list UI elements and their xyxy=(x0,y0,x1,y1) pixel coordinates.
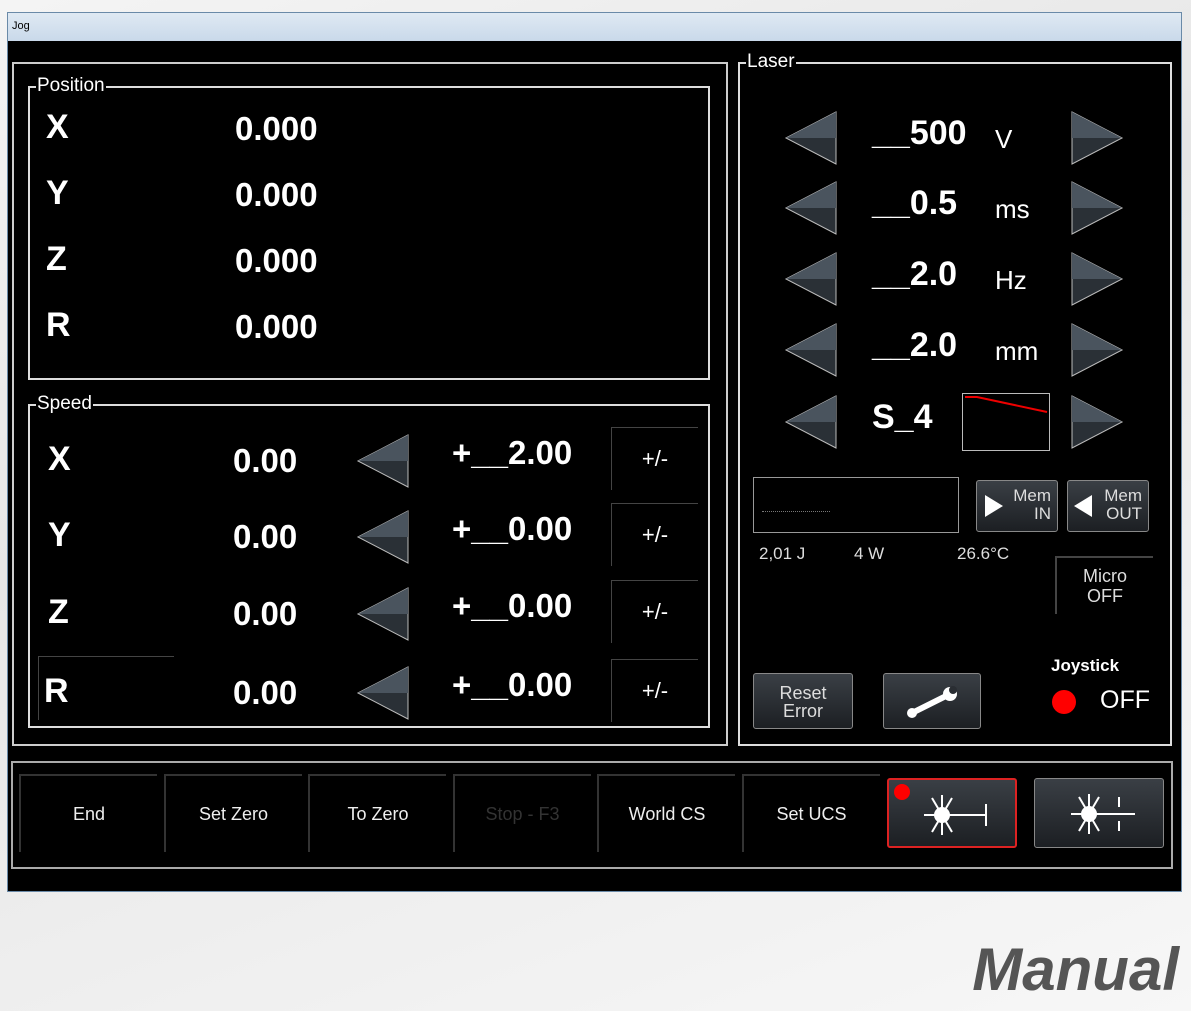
laser-param-increase-2-icon[interactable] xyxy=(1070,251,1124,312)
laser-pointer-button[interactable] xyxy=(1034,778,1164,848)
waveform-preview xyxy=(962,393,1050,451)
mem-out-button[interactable]: Mem OUT xyxy=(1067,480,1149,532)
laser-param-unit-2: Hz xyxy=(995,265,1027,295)
reset-label: Reset xyxy=(779,683,827,703)
laser-param-unit-0: V xyxy=(995,124,1013,154)
title-bar: Jog xyxy=(8,13,1181,41)
active-indicator xyxy=(894,784,910,800)
laser-param-increase-3-icon[interactable] xyxy=(1070,322,1124,383)
laser-param-value-4: S_4 xyxy=(872,398,933,436)
laser-param-decrease-0-icon[interactable] xyxy=(784,110,838,171)
laser-param-unit-3: mm xyxy=(995,336,1039,366)
jog-window: Jog Position X 0.000 Y 0.000 Z 0.000 R 0.000 Sp… xyxy=(7,12,1182,892)
laser-param-decrease-2-icon[interactable] xyxy=(784,251,838,312)
position-group: Position X 0.000 Y 0.000 Z 0.000 R 0.000 xyxy=(28,75,710,380)
play-left-icon xyxy=(1074,495,1092,517)
speed-step-r: +__0.00 xyxy=(452,666,573,703)
power-value: 4 W xyxy=(854,544,885,563)
speed-sign-toggle-r[interactable]: +/- xyxy=(611,659,698,722)
micro-toggle[interactable]: Micro OFF xyxy=(1055,556,1153,614)
temperature-value: 26.6°C xyxy=(957,544,1010,563)
speed-sign-toggle-z[interactable]: +/- xyxy=(611,580,698,643)
joystick-state[interactable]: OFF xyxy=(1100,686,1150,715)
speed-decrease-y-icon[interactable] xyxy=(356,509,410,570)
wrench-icon xyxy=(907,686,957,718)
mem-out-label-2: OUT xyxy=(1106,504,1142,523)
joystick-label: Joystick xyxy=(1051,656,1120,675)
speed-value-y: 0.00 xyxy=(233,518,298,555)
speed-value-z: 0.00 xyxy=(233,595,298,632)
speed-decrease-z-icon[interactable] xyxy=(356,586,410,647)
speed-value-x: 0.00 xyxy=(233,442,298,479)
speed-axis-z: Z xyxy=(48,593,69,631)
laser-beam-icon xyxy=(924,795,987,835)
toolbar-button-set-ucs[interactable]: Set UCS xyxy=(741,774,880,852)
position-label: Position xyxy=(36,75,106,97)
joystick-indicator xyxy=(1052,690,1076,714)
settings-button[interactable] xyxy=(883,673,981,729)
toolbar-button-stop-f3[interactable]: Stop - F3 xyxy=(452,774,591,852)
position-value-z: 0.000 xyxy=(235,242,318,279)
position-value-r: 0.000 xyxy=(235,308,318,345)
speed-step-x: +__2.00 xyxy=(452,434,573,471)
speed-value-r: 0.00 xyxy=(233,674,298,711)
mem-in-text: Mem IN xyxy=(1013,487,1051,523)
mem-in-label-2: IN xyxy=(1034,504,1051,523)
speed-sign-toggle-x[interactable]: +/- xyxy=(611,427,698,490)
speed-label: Speed xyxy=(36,393,93,415)
energy-display xyxy=(753,477,959,533)
laser-param-value-3: __2.0 xyxy=(872,326,958,364)
position-axis-x: X xyxy=(46,108,69,146)
speed-decrease-r-icon[interactable] xyxy=(356,665,410,726)
speed-step-z: +__0.00 xyxy=(452,587,573,624)
laser-param-increase-4-icon[interactable] xyxy=(1070,394,1124,455)
reset-error-button[interactable]: Reset Error xyxy=(753,673,853,729)
laser-param-value-0: __500 xyxy=(872,114,967,152)
micro-state: OFF xyxy=(1087,586,1123,606)
laser-param-increase-0-icon[interactable] xyxy=(1070,110,1124,171)
laser-param-decrease-4-icon[interactable] xyxy=(784,394,838,455)
mem-in-button[interactable]: Mem IN xyxy=(976,480,1058,532)
play-right-icon xyxy=(985,495,1003,517)
toolbar-button-to-zero[interactable]: To Zero xyxy=(308,774,446,852)
energy-value: 2,01 J xyxy=(759,544,806,563)
mem-out-text: Mem OUT xyxy=(1104,487,1142,523)
micro-label: Micro xyxy=(1083,566,1127,586)
laser-param-value-2: __2.0 xyxy=(872,255,958,293)
position-axis-y: Y xyxy=(46,174,69,212)
toolbar-button-set-zero[interactable]: Set Zero xyxy=(163,774,302,852)
laser-pointer-icon xyxy=(1071,794,1135,834)
laser-param-value-1: __0.5 xyxy=(872,184,958,222)
laser-param-increase-1-icon[interactable] xyxy=(1070,180,1124,241)
mem-in-label: Mem xyxy=(1013,486,1051,505)
toolbar-button-end[interactable]: End xyxy=(19,774,157,852)
speed-axis-x: X xyxy=(48,440,71,478)
error-label: Error xyxy=(783,701,823,721)
position-value-y: 0.000 xyxy=(235,176,318,213)
speed-axis-r: R xyxy=(44,672,69,710)
pulse-shape-graph xyxy=(965,396,1048,413)
laser-label: Laser xyxy=(746,51,796,73)
speed-decrease-x-icon[interactable] xyxy=(356,433,410,494)
speed-step-y: +__0.00 xyxy=(452,510,573,547)
laser-param-unit-1: ms xyxy=(995,194,1030,224)
laser-param-decrease-1-icon[interactable] xyxy=(784,180,838,241)
manual-watermark: Manual xyxy=(972,936,1179,1003)
position-value-x: 0.000 xyxy=(235,110,318,147)
mem-out-label: Mem xyxy=(1104,486,1142,505)
position-axis-z: Z xyxy=(46,240,67,278)
speed-group: Speed X 0.00 +__2.00 +/- Y 0.00 +__0.00 +/- Z 0.0… xyxy=(28,393,710,728)
speed-sign-toggle-y[interactable]: +/- xyxy=(611,503,698,566)
laser-on-button[interactable] xyxy=(887,778,1017,848)
toolbar-button-world-cs[interactable]: World CS xyxy=(597,774,735,852)
laser-group: Laser Mem IN Mem OUT 2,01 J 4 W 26.6°C Mic… xyxy=(738,51,1172,746)
speed-axis-y: Y xyxy=(48,516,71,554)
position-axis-r: R xyxy=(46,306,71,344)
laser-param-decrease-3-icon[interactable] xyxy=(784,322,838,383)
